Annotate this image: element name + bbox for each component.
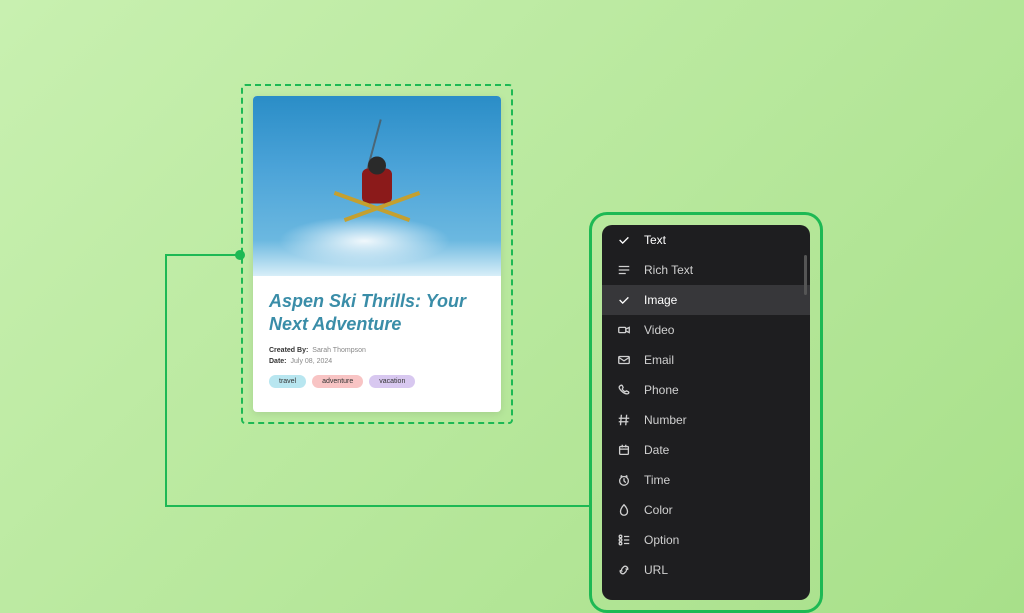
dropdown-item-label: Option (644, 533, 679, 547)
card-hero-image (253, 96, 501, 276)
time-icon (616, 472, 632, 488)
dropdown-item-label: Phone (644, 383, 679, 397)
content-card-selection[interactable]: Aspen Ski Thrills: Your Next Adventure C… (241, 84, 513, 424)
dropdown-item-label: Date (644, 443, 669, 457)
dropdown-item-image[interactable]: Image (602, 285, 810, 315)
scrollbar[interactable] (804, 255, 807, 295)
number-icon (616, 412, 632, 428)
card-date: Date: July 08, 2024 (269, 358, 485, 365)
date-value: July 08, 2024 (291, 358, 333, 365)
dropdown-item-rich-text[interactable]: Rich Text (602, 255, 810, 285)
connector-line (165, 254, 167, 505)
dropdown-item-label: URL (644, 563, 668, 577)
dropdown-item-text[interactable]: Text (602, 225, 810, 255)
dropdown-item-option[interactable]: Option (602, 525, 810, 555)
tag-vacation: vacation (369, 375, 415, 388)
dropdown-item-label: Email (644, 353, 674, 367)
color-icon (616, 502, 632, 518)
dropdown-item-label: Video (644, 323, 674, 337)
tag-adventure: adventure (312, 375, 363, 388)
dropdown-item-number[interactable]: Number (602, 405, 810, 435)
dropdown-item-label: Number (644, 413, 687, 427)
dropdown-item-date[interactable]: Date (602, 435, 810, 465)
dropdown-item-email[interactable]: Email (602, 345, 810, 375)
dropdown-item-label: Color (644, 503, 673, 517)
url-icon (616, 562, 632, 578)
email-icon (616, 352, 632, 368)
field-type-dropdown: Text Rich Text Image Video Email (602, 225, 810, 600)
created-by-label: Created By: (269, 347, 308, 354)
card-created-by: Created By: Sarah Thompson (269, 347, 485, 354)
content-card: Aspen Ski Thrills: Your Next Adventure C… (253, 96, 501, 412)
dropdown-item-label: Text (644, 233, 666, 247)
connector-line (165, 505, 590, 507)
dropdown-item-label: Image (644, 293, 677, 307)
date-icon (616, 442, 632, 458)
dropdown-item-phone[interactable]: Phone (602, 375, 810, 405)
card-tags: travel adventure vacation (269, 375, 485, 388)
video-icon (616, 322, 632, 338)
field-type-panel: Text Rich Text Image Video Email (589, 212, 823, 613)
dropdown-item-time[interactable]: Time (602, 465, 810, 495)
check-icon (616, 292, 632, 308)
tag-travel: travel (269, 375, 306, 388)
dropdown-item-color[interactable]: Color (602, 495, 810, 525)
card-title: Aspen Ski Thrills: Your Next Adventure (269, 290, 485, 335)
date-label: Date: (269, 358, 287, 365)
dropdown-item-label: Time (644, 473, 670, 487)
rich-text-icon (616, 262, 632, 278)
check-icon (616, 232, 632, 248)
dropdown-item-video[interactable]: Video (602, 315, 810, 345)
connector-line (165, 254, 239, 256)
created-by-value: Sarah Thompson (312, 347, 366, 354)
dropdown-item-label: Rich Text (644, 263, 693, 277)
option-icon (616, 532, 632, 548)
dropdown-item-url[interactable]: URL (602, 555, 810, 585)
phone-icon (616, 382, 632, 398)
